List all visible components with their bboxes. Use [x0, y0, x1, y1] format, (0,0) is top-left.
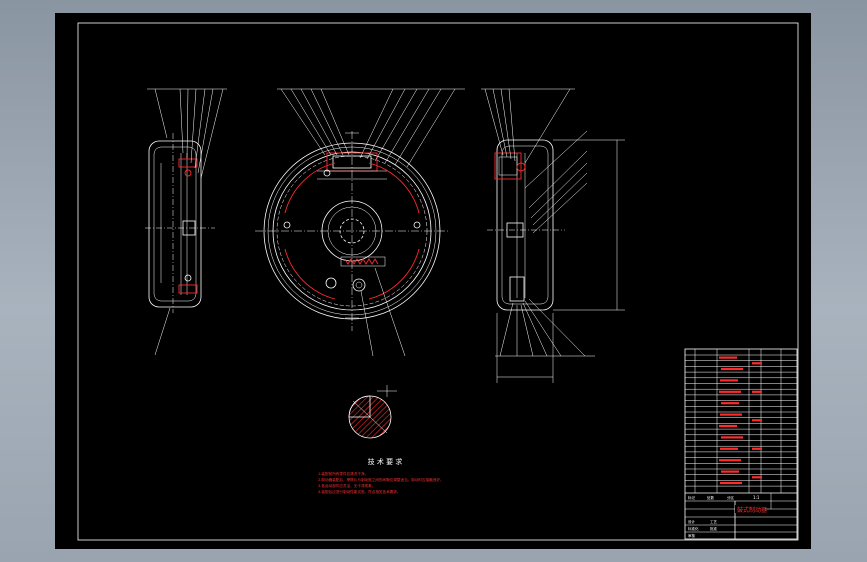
parts-list-red-mark — [752, 476, 762, 479]
parts-list-red-mark — [721, 436, 743, 439]
requirement-note-1: 1.装配前所有零件应清洗干净。 — [318, 471, 368, 476]
border-frame — [77, 22, 799, 541]
parts-list-red-mark — [720, 413, 742, 416]
drawing-sheet: 技 术 要 求 1.装配前所有零件应清洗干净。 2.制动器装配后，摩擦片与制动鼓… — [55, 13, 811, 549]
parts-list-red-mark — [720, 481, 742, 485]
title-block-cell-1: 标记 — [688, 495, 696, 500]
requirement-note-4: 4.装配后应进行制动性能试验，符合相关技术要求。 — [318, 489, 401, 494]
title-block-cell-2: 处数 — [707, 495, 715, 500]
parts-list-red-mark — [721, 367, 743, 371]
parts-list-red-mark — [719, 459, 741, 462]
title-block: 鼓式制动器 1:1 标记 处数 分区 设计 标准化 审核 工艺 批准 — [684, 348, 798, 540]
requirements-title: 技 术 要 求 — [368, 457, 403, 466]
parts-list-red-mark — [721, 470, 739, 473]
parts-list-red-mark — [752, 362, 762, 365]
title-block-cell-7: 设计 — [688, 519, 696, 524]
parts-list-red-mark — [719, 424, 737, 428]
parts-list-red-mark — [752, 390, 762, 393]
parts-list-red-mark — [719, 390, 741, 393]
parts-list-red-mark — [720, 379, 738, 382]
left-side-view — [145, 88, 227, 356]
title-block-cell-9: 审核 — [688, 533, 696, 538]
parts-list-red-mark — [752, 447, 762, 450]
title-block-scale: 1:1 — [753, 495, 760, 500]
parts-list-red-mark — [721, 402, 739, 405]
title-block-cell-3: 分区 — [727, 495, 735, 500]
parts-list-red-mark — [719, 356, 737, 359]
technical-requirements: 技 术 要 求 1.装配前所有零件应清洗干净。 2.制动器装配后，摩擦片与制动鼓… — [318, 457, 444, 494]
title-block-cell-8: 标准化 — [688, 526, 699, 531]
cad-drawing: 技 术 要 求 1.装配前所有零件应清洗干净。 2.制动器装配后，摩擦片与制动鼓… — [77, 22, 799, 541]
requirement-note-2: 2.制动器装配后，摩擦片与制动鼓之间的间隙应调整适当，制动时应接触良好。 — [318, 477, 444, 482]
title-block-title: 鼓式制动器 — [737, 506, 767, 514]
title-block-cell-11: 批准 — [710, 526, 718, 531]
parts-list-red-mark — [752, 419, 762, 422]
front-view — [255, 88, 465, 357]
right-side-view — [481, 88, 625, 383]
parts-list-red-mark — [720, 447, 738, 450]
requirement-note-3: 3.各运动部件应灵活，无卡滞现象。 — [318, 483, 375, 488]
section-detail — [348, 385, 397, 439]
title-block-cell-10: 工艺 — [710, 519, 718, 524]
